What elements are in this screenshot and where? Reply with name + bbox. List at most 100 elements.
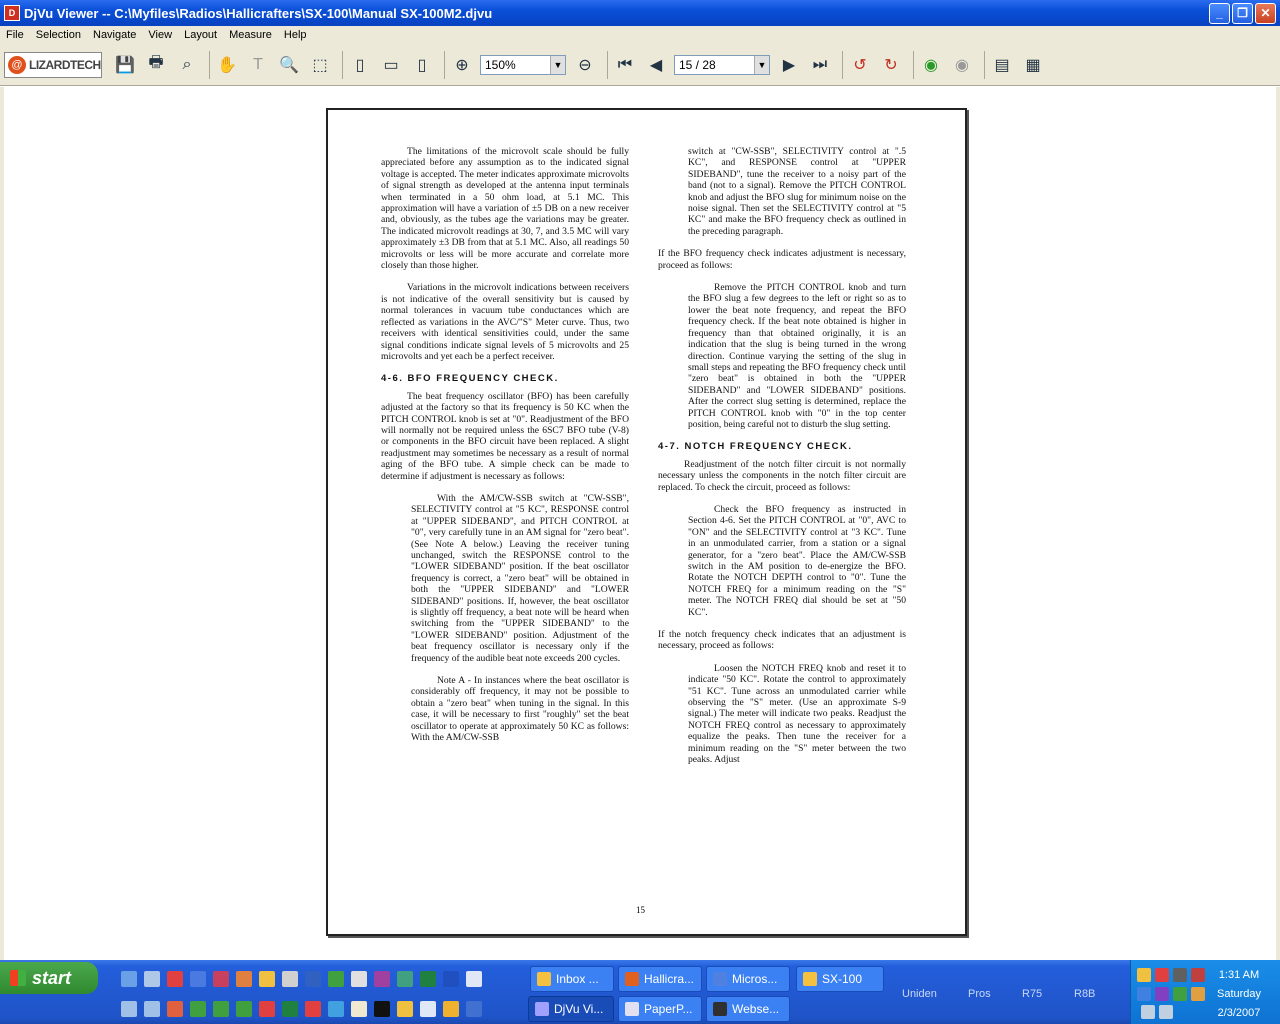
facing-page-icon[interactable]: ▯ <box>409 51 435 79</box>
first-page-icon[interactable]: ⏮ <box>612 51 638 79</box>
toolbar-group-uniden[interactable]: Uniden <box>902 988 937 1000</box>
section-heading: 4-6. BFO FREQUENCY CHECK. <box>381 373 559 385</box>
tray-icon[interactable] <box>1137 987 1151 1001</box>
quicklaunch-icon[interactable] <box>374 971 390 987</box>
tray-icon[interactable] <box>1173 987 1187 1001</box>
rotate-left-icon[interactable]: ↺ <box>847 51 873 79</box>
quicklaunch-icon[interactable] <box>236 971 252 987</box>
quicklaunch-icon[interactable] <box>466 971 482 987</box>
menu-selection[interactable]: Selection <box>30 29 87 41</box>
quicklaunch-icon[interactable] <box>259 1001 275 1017</box>
paragraph: Note A - In instances where the beat osc… <box>411 675 629 744</box>
quicklaunch-icon[interactable] <box>466 1001 482 1017</box>
taskbar-button-microsoft[interactable]: Micros... <box>706 966 790 992</box>
zoom-icon[interactable]: 🔍 <box>276 51 302 79</box>
taskbar-button-paperport[interactable]: PaperP... <box>618 996 702 1022</box>
quicklaunch-icon[interactable] <box>213 1001 229 1017</box>
close-button[interactable]: ✕ <box>1255 2 1276 24</box>
paragraph: Check the BFO frequency as instructed in… <box>688 503 906 618</box>
toolbar-group-pros[interactable]: Pros <box>968 988 991 1000</box>
back-icon[interactable]: ◉ <box>918 51 944 79</box>
quicklaunch-icon[interactable] <box>121 1001 137 1017</box>
djvu-app-icon[interactable]: D <box>4 5 20 21</box>
toolbar-separator <box>913 50 914 79</box>
minimize-button[interactable]: _ <box>1209 2 1230 24</box>
quicklaunch-icon[interactable] <box>351 971 367 987</box>
hand-icon[interactable]: ✋ <box>214 51 240 79</box>
forward-icon[interactable]: ◉ <box>949 51 975 79</box>
menu-help[interactable]: Help <box>278 29 313 41</box>
quicklaunch-icon[interactable] <box>190 1001 206 1017</box>
document-viewer[interactable]: The limitations of the microvolt scale s… <box>0 87 1280 960</box>
grid-icon[interactable]: ▦ <box>1020 51 1046 79</box>
quicklaunch-icon[interactable] <box>305 971 321 987</box>
quicklaunch-icon[interactable] <box>305 1001 321 1017</box>
tray-icon[interactable] <box>1141 1005 1155 1019</box>
last-page-icon[interactable]: ⏭ <box>807 51 833 79</box>
quicklaunch-icon[interactable] <box>420 1001 436 1017</box>
quicklaunch-icon[interactable] <box>259 971 275 987</box>
taskbar-button-djvu[interactable]: DjVu Vi... <box>528 996 614 1022</box>
tray-icon[interactable] <box>1159 1005 1173 1019</box>
toolbar-group-r8b[interactable]: R8B <box>1074 988 1095 1000</box>
save-icon[interactable]: 💾 <box>112 51 138 79</box>
maximize-button[interactable]: ❐ <box>1232 2 1253 24</box>
taskbar-button-sx100[interactable]: SX-100 <box>796 966 884 992</box>
chevron-down-icon[interactable]: ▼ <box>754 55 769 74</box>
text-select-icon[interactable]: T <box>245 51 271 79</box>
page-number: 15 <box>636 905 645 915</box>
menu-view[interactable]: View <box>142 29 178 41</box>
quicklaunch-icon[interactable] <box>144 1001 160 1017</box>
clock-time[interactable]: 1:31 AM <box>1199 969 1279 981</box>
quicklaunch-icon[interactable] <box>328 971 344 987</box>
menu-navigate[interactable]: Navigate <box>87 29 142 41</box>
zoom-combo[interactable]: 150% ▼ <box>480 54 566 75</box>
quicklaunch-icon[interactable] <box>443 971 459 987</box>
page-combo[interactable]: 15 / 28 ▼ <box>674 54 770 75</box>
menu-file[interactable]: File <box>0 29 30 41</box>
quicklaunch-icon[interactable] <box>397 971 413 987</box>
tray-icon[interactable] <box>1137 968 1151 982</box>
tray-icon[interactable] <box>1155 987 1169 1001</box>
continuous-page-icon[interactable]: ▭ <box>378 51 404 79</box>
tray-icon[interactable] <box>1155 968 1169 982</box>
zoom-out-icon[interactable]: ⊖ <box>572 51 598 79</box>
tray-icon[interactable] <box>1173 968 1187 982</box>
quicklaunch-icon[interactable] <box>443 1001 459 1017</box>
quicklaunch-icon[interactable] <box>397 1001 413 1017</box>
region-icon[interactable]: ⬚ <box>307 51 333 79</box>
print-icon[interactable]: 🖶 <box>143 51 169 79</box>
next-page-icon[interactable]: ▶ <box>776 51 802 79</box>
rotate-right-icon[interactable]: ↻ <box>878 51 904 79</box>
quicklaunch-icon[interactable] <box>190 971 206 987</box>
prev-page-icon[interactable]: ◀ <box>643 51 669 79</box>
quicklaunch-icon[interactable] <box>282 1001 298 1017</box>
task-label: Micros... <box>732 972 778 986</box>
taskbar-button-inbox[interactable]: Inbox ... <box>530 966 614 992</box>
menu-measure[interactable]: Measure <box>223 29 278 41</box>
quicklaunch-icon[interactable] <box>213 971 229 987</box>
toolbar-group-r75[interactable]: R75 <box>1022 988 1042 1000</box>
find-icon[interactable]: ⌕ <box>174 51 200 79</box>
quicklaunch-icon[interactable] <box>374 1001 390 1017</box>
paragraph: If the BFO frequency check indicates adj… <box>658 248 906 271</box>
chevron-down-icon[interactable]: ▼ <box>550 55 565 74</box>
quicklaunch-icon[interactable] <box>351 1001 367 1017</box>
quicklaunch-icon[interactable] <box>328 1001 344 1017</box>
lizardtech-logo[interactable]: @ LIZARDTECH <box>4 51 102 78</box>
menu-layout[interactable]: Layout <box>178 29 223 41</box>
quicklaunch-icon[interactable] <box>282 971 298 987</box>
taskbar-button-webse[interactable]: Webse... <box>706 996 790 1022</box>
zoom-in-icon[interactable]: ⊕ <box>449 51 475 79</box>
quicklaunch-icon[interactable] <box>121 971 137 987</box>
thumbnails-icon[interactable]: ▤ <box>989 51 1015 79</box>
single-page-icon[interactable]: ▯ <box>347 51 373 79</box>
quicklaunch-icon[interactable] <box>167 1001 183 1017</box>
quicklaunch-icon[interactable] <box>167 971 183 987</box>
quicklaunch-icon[interactable] <box>420 971 436 987</box>
start-button[interactable]: start <box>0 962 98 994</box>
taskbar-button-hallicrafters[interactable]: Hallicra... <box>618 966 702 992</box>
quicklaunch-icon[interactable] <box>236 1001 252 1017</box>
quicklaunch-icon[interactable] <box>144 971 160 987</box>
right-column: switch at "CW-SSB", SELECTIVITY control … <box>658 146 906 777</box>
